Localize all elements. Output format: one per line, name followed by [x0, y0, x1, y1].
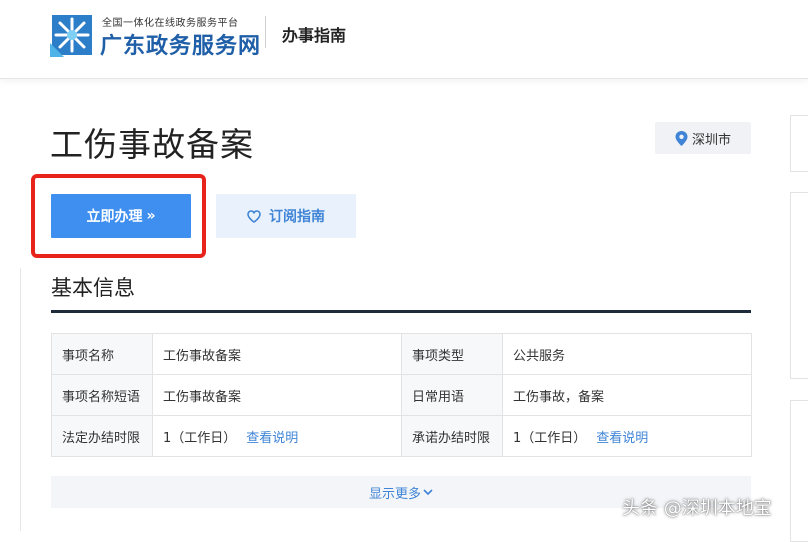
logo-title[interactable]: 广东政务服务网 — [100, 28, 261, 60]
page-title: 工伤事故备案 — [50, 125, 254, 164]
info-value: 1（工作日） — [163, 430, 237, 446]
info-label: 承诺办结时限 — [401, 415, 503, 457]
site-header: 全国一体化在线政务服务平台 广东政务服务网 办事指南 — [0, 0, 808, 79]
info-value: 工伤事故备案 — [152, 374, 402, 416]
info-label: 事项名称短语 — [51, 374, 153, 416]
view-explanation-link[interactable]: 查看说明 — [596, 431, 648, 446]
nav-item-guide[interactable]: 办事指南 — [282, 22, 346, 46]
side-panel-edge — [790, 115, 808, 172]
show-more-label: 显示更多 — [368, 486, 421, 502]
info-value: 工伤事故，备案 — [502, 374, 752, 416]
basic-info-table: 事项名称 工伤事故备案 事项类型 公共服务 事项名称短语 工伤事故备案 日常用语… — [51, 333, 752, 457]
info-value: 工伤事故备案 — [152, 333, 402, 375]
info-value: 公共服务 — [502, 333, 752, 375]
table-row: 法定办结时限 1（工作日） 查看说明 承诺办结时限 1（工作日） 查看说明 — [51, 415, 752, 457]
highlight-annotation — [31, 174, 206, 258]
subscribe-guide-button[interactable]: 订阅指南 — [216, 194, 356, 238]
header-divider — [265, 16, 266, 48]
view-explanation-link[interactable]: 查看说明 — [246, 431, 298, 446]
info-value-cell: 1（工作日） 查看说明 — [502, 415, 752, 457]
info-value-cell: 1（工作日） 查看说明 — [152, 415, 402, 457]
info-label: 日常用语 — [401, 374, 503, 416]
location-label: 深圳市 — [691, 132, 731, 148]
location-selector[interactable]: 深圳市 — [655, 122, 751, 154]
subscribe-guide-label: 订阅指南 — [269, 209, 325, 225]
map-pin-icon — [675, 130, 688, 146]
side-panel-edge — [790, 192, 808, 379]
logo-subtitle: 全国一体化在线政务服务平台 — [102, 18, 239, 29]
table-row: 事项名称短语 工伤事故备案 日常用语 工伤事故，备案 — [51, 374, 752, 416]
info-value: 1（工作日） — [513, 430, 587, 446]
info-label: 法定办结时限 — [51, 415, 153, 457]
info-label: 事项名称 — [51, 333, 153, 375]
chevron-down-icon — [423, 488, 433, 495]
left-divider — [20, 268, 21, 531]
table-row: 事项名称 工伤事故备案 事项类型 公共服务 — [51, 333, 752, 375]
heart-icon — [247, 209, 261, 223]
section-title: 基本信息 — [51, 276, 135, 300]
watermark: 头条 @深圳本地宝 — [622, 498, 772, 519]
section-rule — [51, 310, 751, 313]
snowflake-logo-icon[interactable] — [50, 13, 94, 57]
side-panel-edge — [790, 400, 808, 542]
info-label: 事项类型 — [401, 333, 503, 375]
